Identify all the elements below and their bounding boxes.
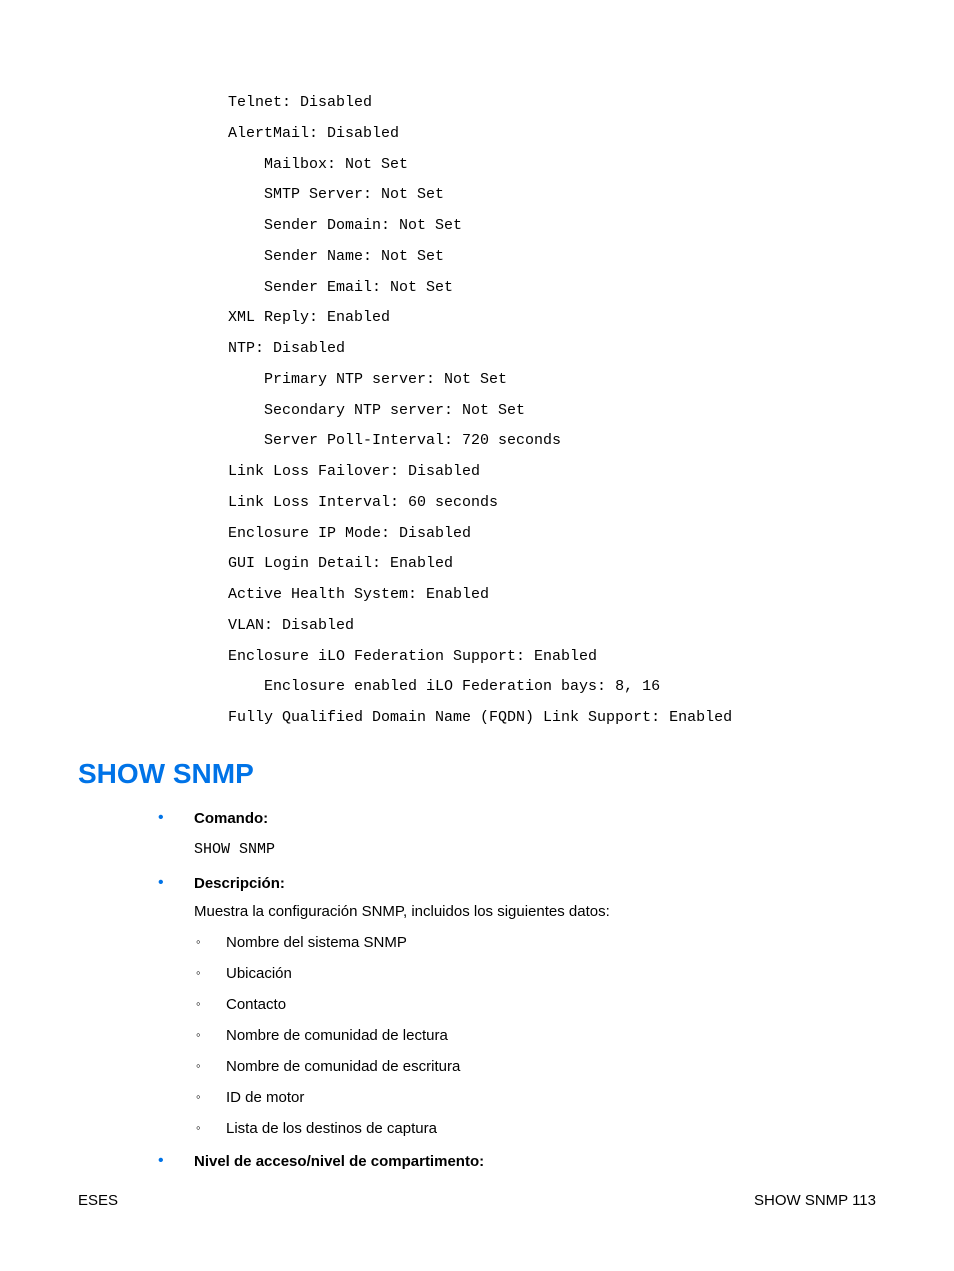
config-output-block: Telnet: Disabled AlertMail: Disabled Mai… bbox=[228, 88, 876, 734]
bullet-comando: Comando: SHOW SNMP bbox=[158, 808, 876, 865]
section-heading-show-snmp: SHOW SNMP bbox=[78, 758, 876, 790]
bullet-label-comando: Comando: bbox=[194, 808, 876, 831]
bullet-value-comando: SHOW SNMP bbox=[194, 836, 876, 865]
section-bullet-list: Comando: SHOW SNMP Descripción: Muestra … bbox=[158, 808, 876, 1174]
sub-item: Nombre de comunidad de escritura bbox=[196, 1058, 876, 1075]
sub-item: Ubicación bbox=[196, 965, 876, 982]
sub-item: Nombre del sistema SNMP bbox=[196, 934, 876, 951]
page-footer: ESES SHOW SNMP 113 bbox=[78, 1192, 876, 1209]
sub-item: ID de motor bbox=[196, 1089, 876, 1106]
bullet-descripcion: Descripción: Muestra la configuración SN… bbox=[158, 873, 876, 1137]
sub-item: Contacto bbox=[196, 996, 876, 1013]
bullet-label-descripcion: Descripción: bbox=[194, 873, 876, 896]
bullet-nivel: Nivel de acceso/nivel de compartimento: bbox=[158, 1151, 876, 1174]
footer-right: SHOW SNMP 113 bbox=[754, 1192, 876, 1209]
sub-item: Nombre de comunidad de lectura bbox=[196, 1027, 876, 1044]
bullet-label-nivel: Nivel de acceso/nivel de compartimento: bbox=[194, 1151, 876, 1174]
descripcion-sub-list: Nombre del sistema SNMP Ubicación Contac… bbox=[196, 934, 876, 1137]
footer-left: ESES bbox=[78, 1192, 118, 1209]
sub-item: Lista de los destinos de captura bbox=[196, 1120, 876, 1137]
bullet-intro-descripcion: Muestra la configuración SNMP, incluidos… bbox=[194, 901, 876, 924]
